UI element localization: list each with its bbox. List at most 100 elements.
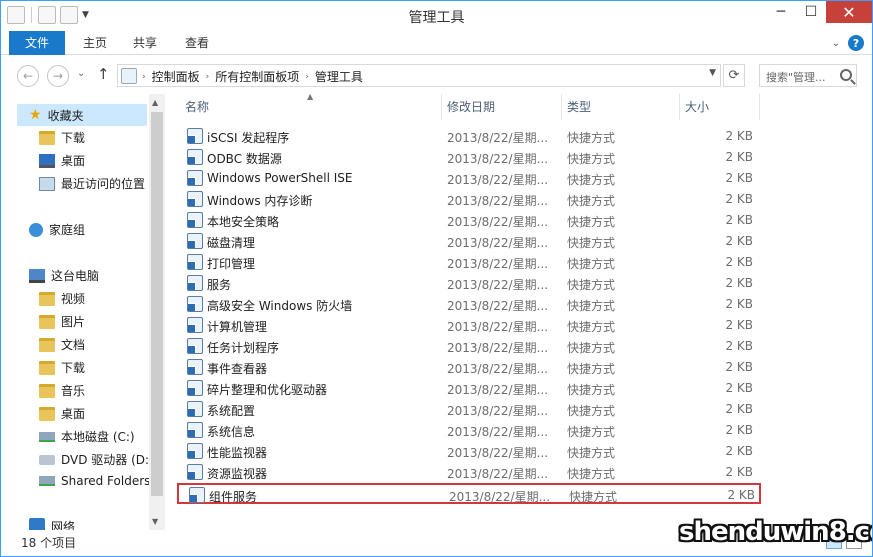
table-row[interactable]: 组件服务 2013/8/22/星期... 快捷方式 2 KB (177, 483, 761, 504)
file-date: 2013/8/22/星期... (447, 173, 549, 187)
file-date: 2013/8/22/星期... (447, 257, 549, 271)
file-date: 2013/8/22/星期... (447, 404, 549, 418)
shortcut-icon (187, 233, 203, 249)
scroll-up-icon[interactable]: ▲ (152, 98, 158, 107)
table-row[interactable]: 系统信息 2013/8/22/星期... 快捷方式 2 KB (177, 420, 761, 441)
search-box[interactable]: 搜索"管理... (759, 64, 857, 87)
shortcut-icon (187, 275, 203, 291)
forward-button[interactable]: → (47, 65, 69, 87)
column-header-name[interactable]: 名称 (179, 94, 439, 120)
sidebar-item-favorites[interactable]: ★ 收藏夹 (17, 104, 147, 126)
table-row[interactable]: 计算机管理 2013/8/22/星期... 快捷方式 2 KB (177, 315, 761, 336)
dvd-icon (39, 454, 55, 465)
column-header-size[interactable]: 大小 (679, 94, 759, 120)
sidebar-item-pictures[interactable]: 图片 (39, 313, 85, 330)
search-icon[interactable] (840, 69, 852, 81)
file-name: 性能监视器 (207, 446, 268, 460)
file-size: 2 KB (727, 488, 755, 502)
minimize-button[interactable]: ─ (766, 1, 796, 23)
column-header-type[interactable]: 类型 (561, 94, 679, 120)
file-date: 2013/8/22/星期... (447, 320, 549, 334)
sidebar-item-label: 收藏夹 (47, 108, 84, 123)
sidebar-item-desktop[interactable]: 桌面 (39, 152, 85, 169)
sidebar-item-videos[interactable]: 视频 (39, 290, 85, 307)
help-icon[interactable]: ? (848, 35, 864, 51)
shortcut-icon (187, 401, 203, 417)
table-row[interactable]: 资源监视器 2013/8/22/星期... 快捷方式 2 KB (177, 462, 761, 483)
table-row[interactable]: 任务计划程序 2013/8/22/星期... 快捷方式 2 KB (177, 336, 761, 357)
maximize-button[interactable]: ☐ (796, 1, 826, 23)
table-row[interactable]: 打印管理 2013/8/22/星期... 快捷方式 2 KB (177, 252, 761, 273)
folder-icon (39, 314, 55, 329)
window-title: 管理工具 (408, 10, 465, 26)
refresh-button[interactable]: ⟳ (723, 64, 745, 87)
sidebar-item-this-pc[interactable]: 这台电脑 (29, 267, 99, 284)
recent-icon (39, 176, 55, 191)
file-type: 快捷方式 (567, 446, 616, 460)
table-row[interactable]: 磁盘清理 2013/8/22/星期... 快捷方式 2 KB (177, 231, 761, 252)
tab-home[interactable]: 主页 (75, 31, 115, 55)
control-panel-icon (121, 68, 137, 84)
chevron-right-icon[interactable]: › (305, 72, 309, 82)
table-row[interactable]: 事件查看器 2013/8/22/星期... 快捷方式 2 KB (177, 357, 761, 378)
table-row[interactable]: ODBC 数据源 2013/8/22/星期... 快捷方式 2 KB (177, 147, 761, 168)
file-name: 服务 (207, 278, 232, 292)
file-date: 2013/8/22/星期... (447, 152, 549, 166)
recent-locations-icon[interactable]: ⌄ (77, 68, 85, 79)
sidebar-item-desktop-pc[interactable]: 桌面 (39, 405, 85, 422)
table-row[interactable]: 性能监视器 2013/8/22/星期... 快捷方式 2 KB (177, 441, 761, 462)
table-row[interactable]: Windows 内存诊断 2013/8/22/星期... 快捷方式 2 KB (177, 189, 761, 210)
sidebar-item-documents[interactable]: 文档 (39, 336, 85, 353)
table-row[interactable]: 系统配置 2013/8/22/星期... 快捷方式 2 KB (177, 399, 761, 420)
file-type: 快捷方式 (567, 299, 616, 313)
sidebar-scrollbar[interactable]: ▲ ▼ (149, 94, 165, 530)
chevron-down-icon[interactable]: ▼ (709, 68, 716, 78)
tab-file[interactable]: 文件 (9, 31, 65, 55)
table-row[interactable]: iSCSI 发起程序 2013/8/22/星期... 快捷方式 2 KB (177, 126, 761, 147)
table-row[interactable]: 碎片整理和优化驱动器 2013/8/22/星期... 快捷方式 2 KB (177, 378, 761, 399)
file-name: 打印管理 (207, 257, 256, 271)
watermark-text: shenduwin8.com (679, 517, 872, 547)
file-name: 碎片整理和优化驱动器 (207, 383, 328, 397)
file-type: 快捷方式 (567, 194, 616, 208)
search-input[interactable]: 搜索"管理... (766, 69, 826, 85)
sidebar-item-label: 文档 (61, 338, 86, 352)
table-row[interactable]: 高级安全 Windows 防火墙 2013/8/22/星期... 快捷方式 2 KB (177, 294, 761, 315)
table-row[interactable]: 服务 2013/8/22/星期... 快捷方式 2 KB (177, 273, 761, 294)
table-row[interactable]: Windows PowerShell ISE 2013/8/22/星期... 快捷方… (177, 168, 761, 189)
sidebar-item-network[interactable]: 网络 (29, 518, 75, 530)
back-button[interactable]: ← (17, 65, 39, 87)
chevron-right-icon[interactable]: › (206, 72, 210, 82)
file-type: 快捷方式 (567, 404, 616, 418)
sidebar-item-dvd-d[interactable]: DVD 驱动器 (D:) (39, 451, 154, 468)
column-divider[interactable] (759, 94, 760, 120)
sidebar-item-drive-c[interactable]: 本地磁盘 (C:) (39, 428, 135, 445)
crumb-admin-tools[interactable]: 管理工具 (315, 68, 363, 85)
close-button[interactable]: ✕ (826, 1, 872, 23)
explorer-window: ▼ 管理工具 ─ ☐ ✕ 文件 主页 共享 查看 ⌄ ? ← → ⌄ ↑ › 控… (0, 0, 873, 557)
crumb-control-panel[interactable]: 控制面板 (152, 68, 200, 85)
file-date: 2013/8/22/星期... (447, 215, 549, 229)
sidebar-item-downloads-pc[interactable]: 下载 (39, 359, 85, 376)
scroll-down-icon[interactable]: ▼ (152, 517, 158, 526)
column-header-date[interactable]: 修改日期 (441, 94, 559, 120)
shortcut-icon (187, 338, 203, 354)
tab-share[interactable]: 共享 (125, 31, 165, 55)
scrollbar-thumb[interactable] (151, 112, 163, 496)
chevron-right-icon[interactable]: › (142, 72, 146, 82)
file-type: 快捷方式 (567, 257, 616, 271)
shortcut-icon (187, 359, 203, 375)
sidebar-item-music[interactable]: 音乐 (39, 382, 85, 399)
address-bar[interactable]: › 控制面板 › 所有控制面板项 › 管理工具 ▼ (117, 64, 721, 87)
up-button[interactable]: ↑ (97, 65, 110, 83)
crumb-all-items[interactable]: 所有控制面板项 (215, 68, 299, 85)
table-row[interactable]: 本地安全策略 2013/8/22/星期... 快捷方式 2 KB (177, 210, 761, 231)
expand-ribbon-icon[interactable]: ⌄ (832, 38, 840, 49)
sidebar-item-homegroup[interactable]: 家庭组 (29, 221, 85, 238)
sidebar-item-downloads[interactable]: 下载 (39, 129, 85, 146)
sidebar-item-shared-folders[interactable]: Shared Folders (39, 474, 150, 488)
tab-view[interactable]: 查看 (177, 31, 217, 55)
sidebar-item-recent[interactable]: 最近访问的位置 (39, 175, 145, 192)
file-name: 事件查看器 (207, 362, 268, 376)
file-name: 高级安全 Windows 防火墙 (207, 299, 353, 313)
